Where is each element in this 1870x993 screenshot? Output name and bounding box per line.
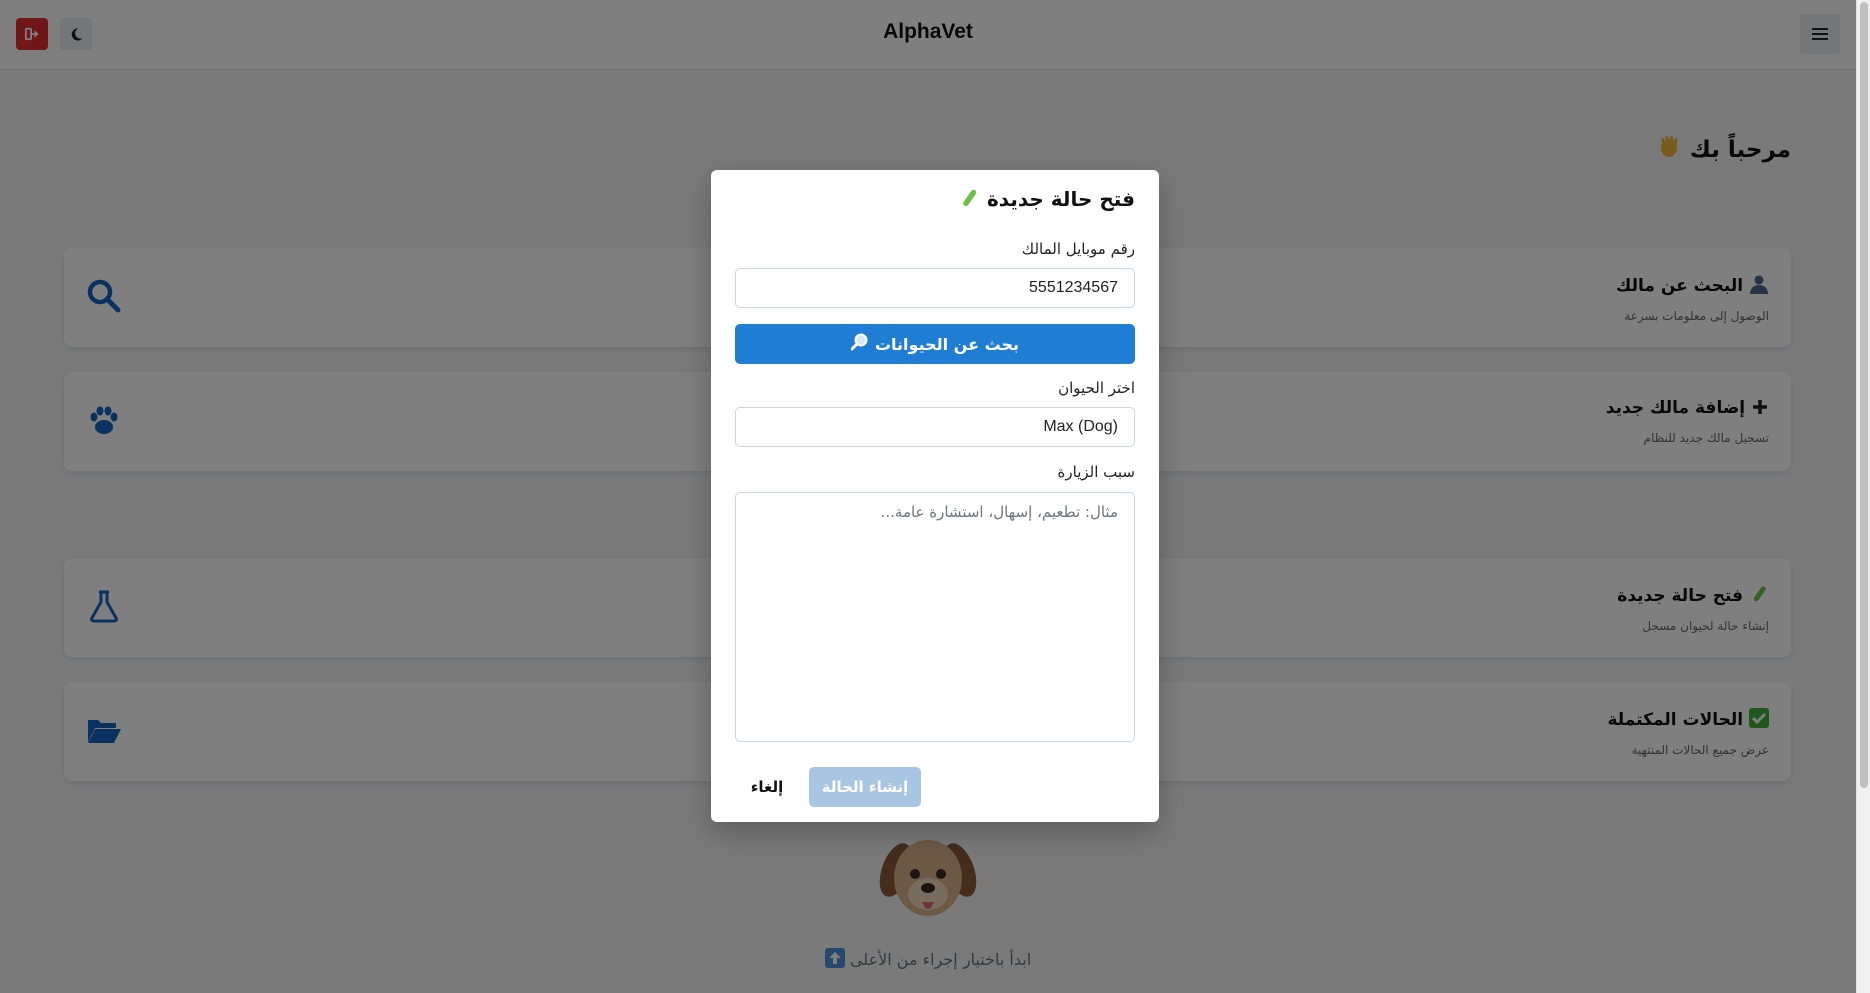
modal-title-text: فتح حالة جديدة [987, 187, 1135, 211]
magnifier-icon [850, 333, 869, 355]
search-animals-label: بحث عن الحيوانات [874, 334, 1020, 354]
test-tube-icon [958, 187, 980, 214]
animal-label: اختر الحيوان [1058, 379, 1135, 397]
scrollbar[interactable] [1856, 0, 1870, 993]
visit-reason-label: سبب الزيارة [1057, 463, 1135, 481]
animal-select[interactable]: Max (Dog) [735, 407, 1135, 447]
search-animals-button[interactable]: بحث عن الحيوانات [735, 324, 1135, 364]
modal-title: فتح حالة جديدة [958, 187, 1135, 214]
create-case-button[interactable]: إنشاء الحالة [809, 767, 921, 807]
cancel-button[interactable]: إلغاء [735, 767, 799, 807]
phone-label: رقم موبايل المالك [1021, 240, 1135, 258]
open-case-modal: فتح حالة جديدة رقم موبايل المالك 5551234… [711, 170, 1159, 822]
scrollbar-thumb[interactable] [1860, 2, 1868, 788]
visit-reason-textarea[interactable]: مثال: تطعيم، إسهال، استشارة عامة... [735, 492, 1135, 742]
owner-phone-input[interactable]: 5551234567 [735, 268, 1135, 308]
